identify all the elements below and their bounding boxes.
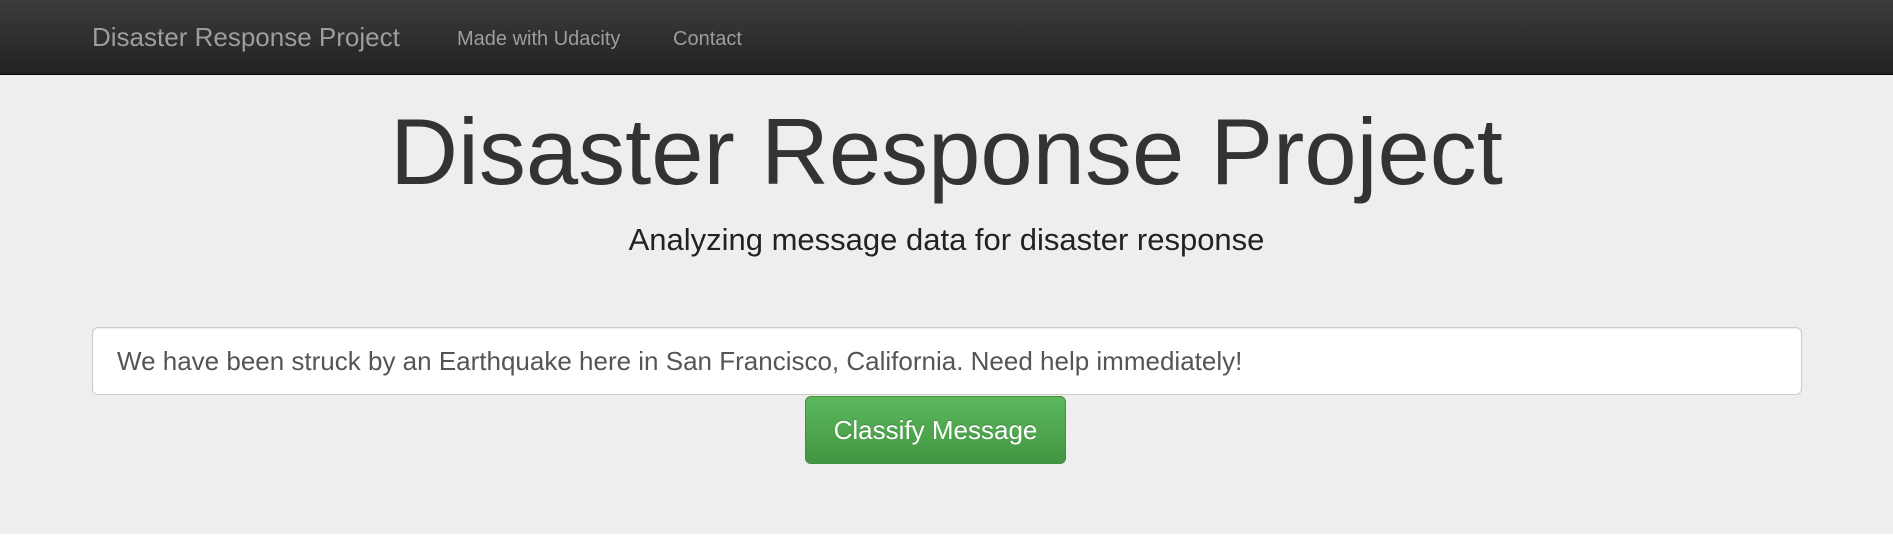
nav-link-made-with-udacity[interactable]: Made with Udacity (457, 27, 620, 51)
nav-link-contact[interactable]: Contact (673, 27, 742, 51)
top-navbar: Disaster Response Project Made with Udac… (0, 0, 1893, 75)
navbar-brand-link[interactable]: Disaster Response Project (92, 21, 400, 53)
page-subtitle: Analyzing message data for disaster resp… (628, 222, 1265, 257)
classify-message-button[interactable]: Classify Message (805, 396, 1066, 464)
message-input[interactable] (92, 327, 1802, 395)
page-title: Disaster Response Project (390, 99, 1503, 204)
jumbotron: Disaster Response Project Analyzing mess… (0, 75, 1893, 534)
